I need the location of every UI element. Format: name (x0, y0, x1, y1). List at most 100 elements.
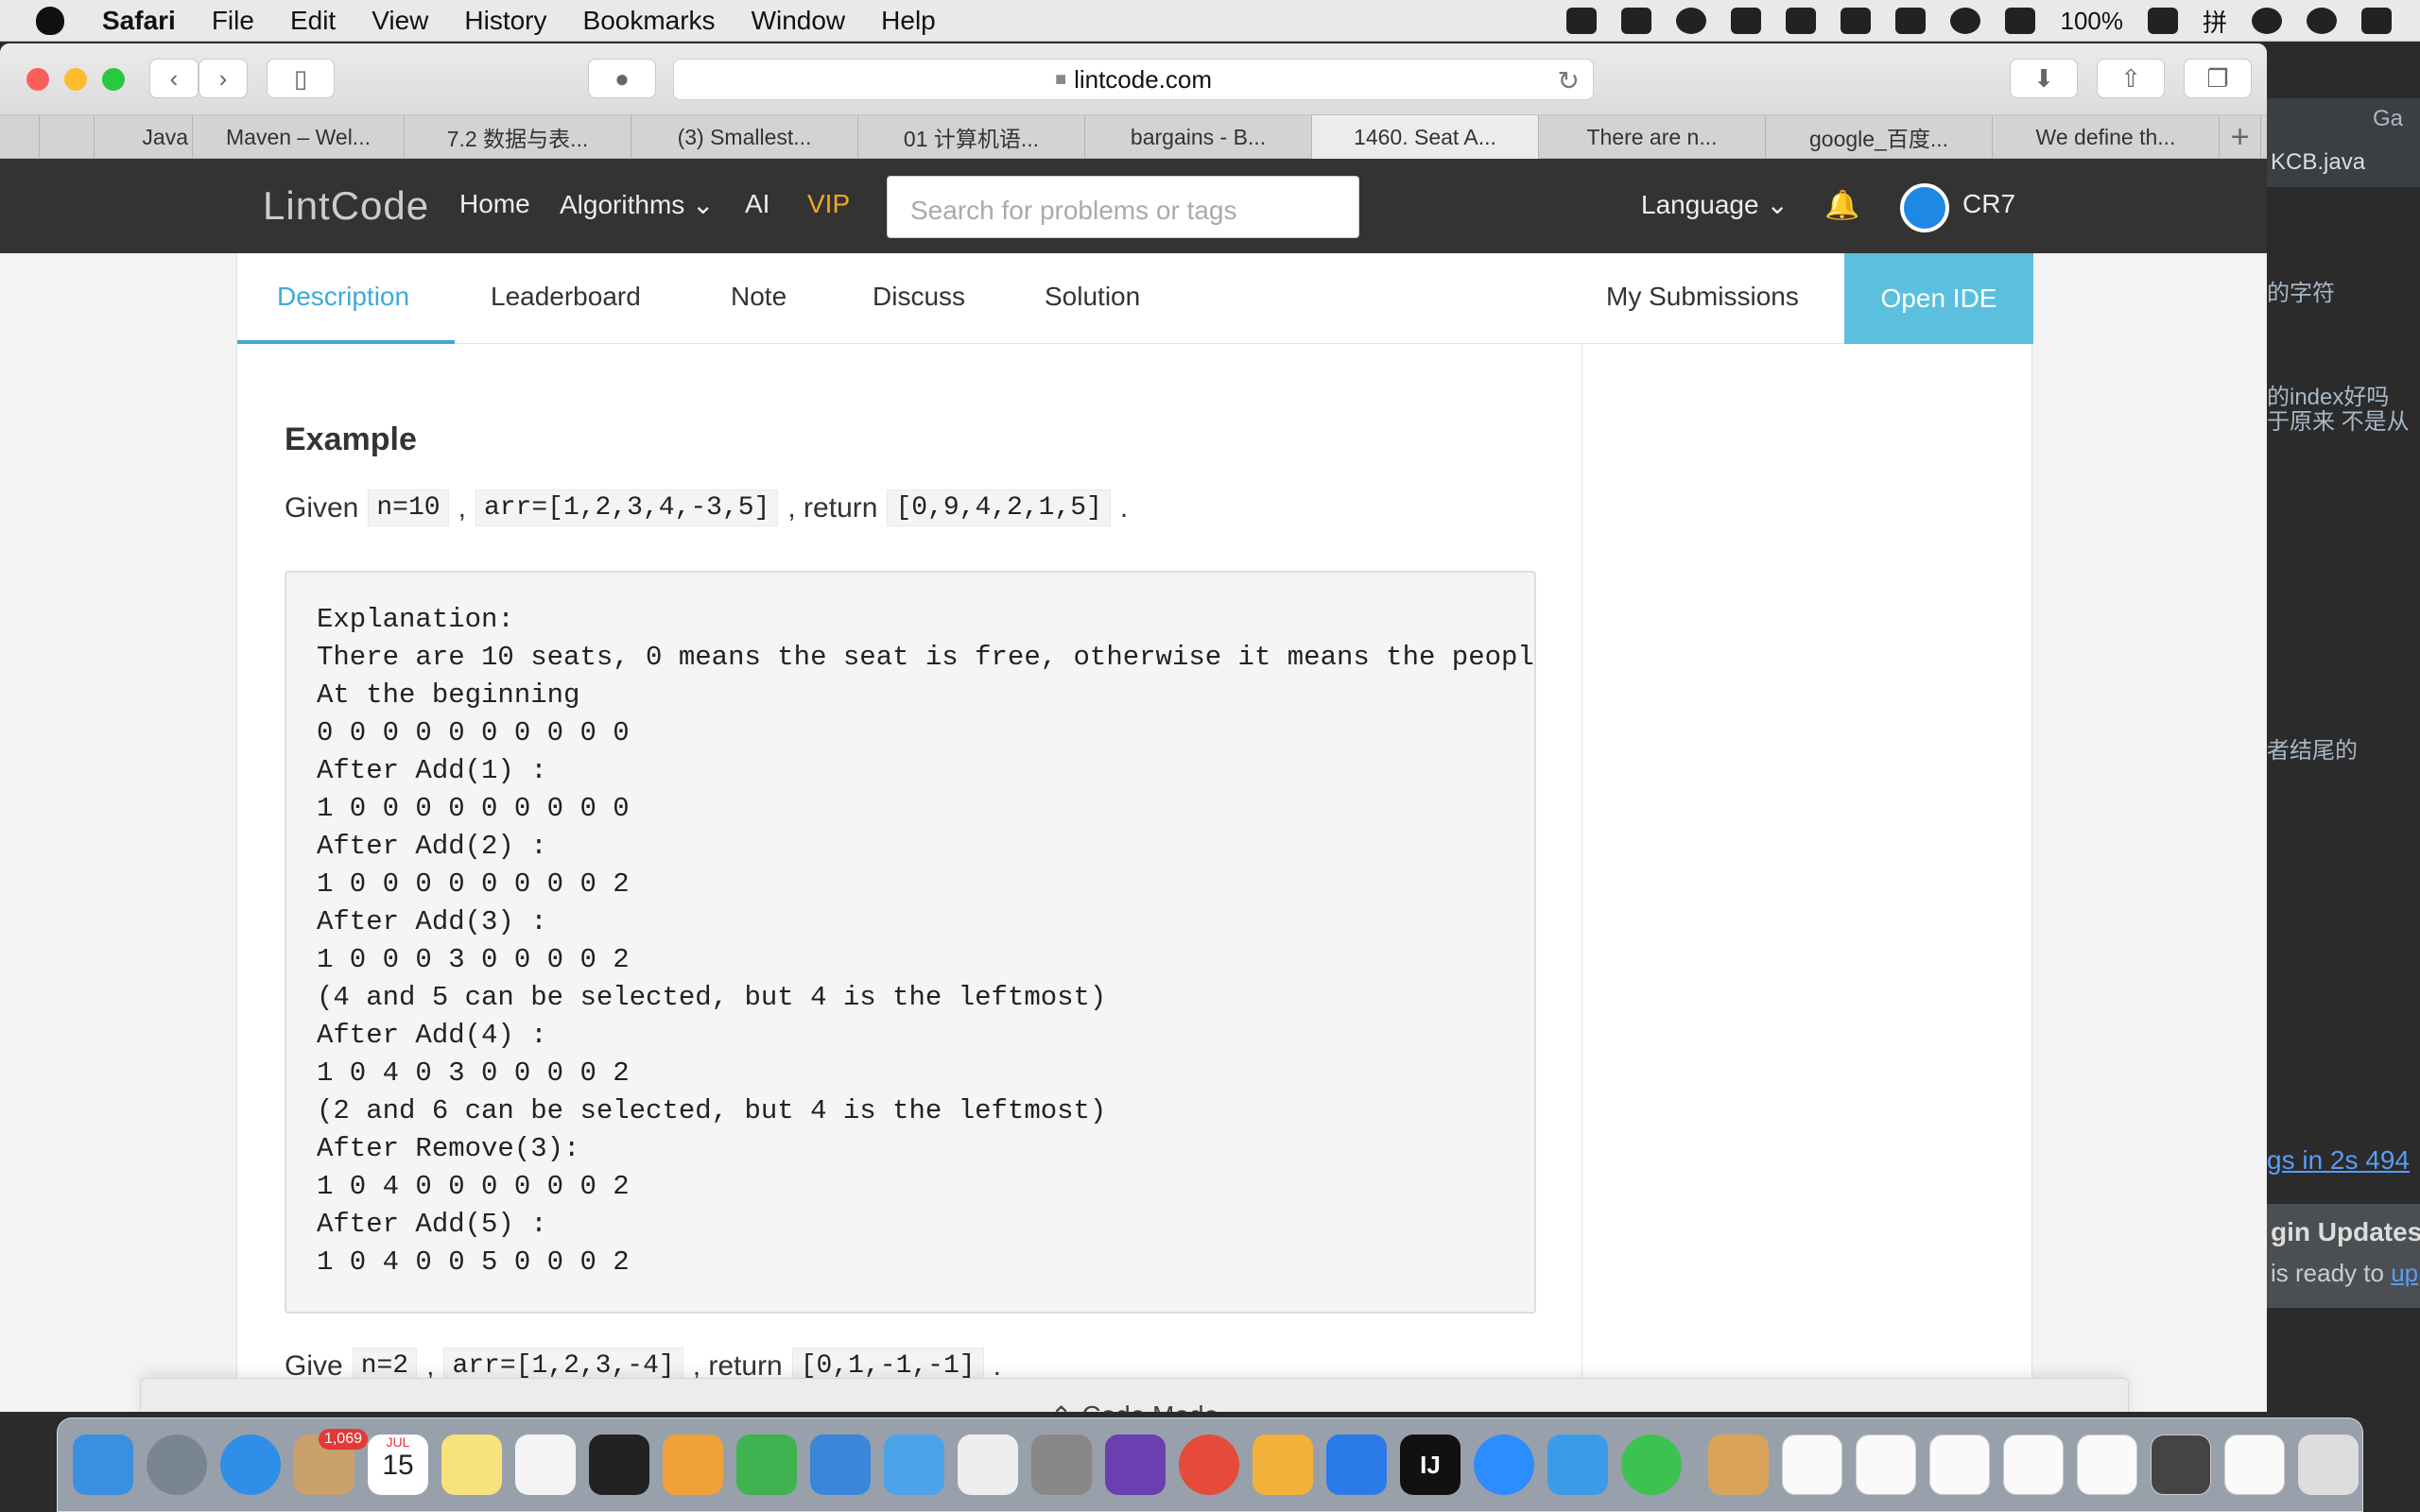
browser-tab-active[interactable]: 1460. Seat A... (1312, 115, 1539, 159)
menu-app-safari[interactable]: Safari (102, 6, 176, 36)
shield-icon[interactable] (1841, 8, 1872, 34)
downloads-button[interactable]: ⬇ (2010, 59, 2078, 98)
username[interactable]: CR7 (1962, 189, 2015, 219)
code-mode-bar[interactable]: ⌃ Code Mode (140, 1378, 2129, 1412)
nav-vip[interactable]: VIP (807, 189, 850, 219)
tab-discuss[interactable]: Discuss (873, 282, 965, 312)
browser-tab[interactable]: bargains - B... (1085, 115, 1312, 159)
ide-log-link[interactable]: gs in 2s 494 (2267, 1145, 2410, 1176)
minimized-window-icon[interactable] (2077, 1435, 2137, 1495)
browser-tab[interactable]: 01 计算机语... (858, 115, 1085, 159)
menu-view[interactable]: View (372, 6, 428, 36)
sidebar-button[interactable]: ▯ (267, 59, 335, 98)
notification-update-link[interactable]: up (2391, 1259, 2418, 1287)
nav-ai[interactable]: AI (745, 189, 769, 219)
minimized-window-icon[interactable] (2151, 1435, 2211, 1495)
tab-leaderboard[interactable]: Leaderboard (491, 282, 641, 312)
share-button[interactable]: ⇧ (2097, 59, 2165, 98)
terminal-icon[interactable] (589, 1435, 649, 1495)
address-bar[interactable]: ■ lintcode.com ↻ (673, 59, 1594, 100)
problem-search-input[interactable]: Search for problems or tags (887, 176, 1359, 238)
bug-icon[interactable] (1786, 8, 1817, 34)
wechat-icon[interactable] (1621, 8, 1652, 34)
minimized-window-icon[interactable] (2224, 1435, 2285, 1495)
nav-home[interactable]: Home (459, 189, 530, 219)
wifi-icon[interactable] (1950, 8, 1981, 34)
pages-icon[interactable] (663, 1435, 723, 1495)
numbers-icon[interactable] (736, 1435, 797, 1495)
menu-help[interactable]: Help (881, 6, 936, 36)
keynote-icon[interactable] (810, 1435, 871, 1495)
clock-icon[interactable] (2252, 8, 2282, 34)
zoom-icon[interactable] (1474, 1435, 1534, 1495)
nav-algorithms[interactable]: Algorithms ⌄ (560, 189, 715, 220)
reminders-icon[interactable] (515, 1435, 576, 1495)
browser-tab[interactable]: Java (95, 115, 193, 159)
xcode-icon[interactable] (884, 1435, 944, 1495)
tab-pinned[interactable] (40, 115, 95, 159)
browser-tab[interactable]: We define th... (1993, 115, 2220, 159)
zoom-window-button[interactable] (102, 68, 125, 91)
kaleidoscope-icon[interactable] (1253, 1435, 1313, 1495)
close-window-button[interactable] (26, 68, 49, 91)
mail-icon[interactable]: 1,069 (294, 1429, 368, 1495)
tab-solution[interactable]: Solution (1045, 282, 1140, 312)
grammarly-button[interactable]: ● (588, 59, 656, 98)
volume-icon[interactable] (2005, 8, 2036, 34)
user-avatar[interactable] (1900, 183, 1949, 232)
menu-edit[interactable]: Edit (290, 6, 336, 36)
tab-my-submissions[interactable]: My Submissions (1606, 282, 1799, 312)
intellij-icon[interactable]: IJ (1400, 1435, 1461, 1495)
tab-note[interactable]: Note (731, 282, 786, 312)
wechat-dock-icon[interactable] (1621, 1435, 1682, 1495)
minimized-window-icon[interactable] (2003, 1435, 2064, 1495)
menu-file[interactable]: File (212, 6, 254, 36)
tab-description[interactable]: Description (277, 282, 409, 312)
calendar-icon[interactable]: JUL 15 (368, 1435, 428, 1495)
back-button[interactable]: ‹ (149, 59, 199, 98)
screen-record-icon[interactable] (1566, 8, 1598, 34)
textedit-icon[interactable] (958, 1435, 1018, 1495)
finder-icon[interactable] (73, 1435, 133, 1495)
spotlight-icon[interactable] (2307, 8, 2337, 34)
trash-icon[interactable] (2298, 1435, 2359, 1495)
launchpad-icon[interactable] (147, 1435, 207, 1495)
minimized-window-icon[interactable] (1856, 1435, 1916, 1495)
airplay-icon[interactable] (1895, 8, 1927, 34)
menu-bookmarks[interactable]: Bookmarks (583, 6, 716, 36)
apple-icon[interactable] (36, 6, 64, 35)
forward-button[interactable]: › (199, 59, 248, 98)
dropbox-icon[interactable] (1731, 8, 1762, 34)
browser-tab[interactable]: 7.2 数据与表... (405, 115, 631, 159)
tab-pinned[interactable] (0, 115, 40, 159)
ide-tab-kcb-java[interactable]: KCB.java (2271, 149, 2365, 176)
reload-icon[interactable]: ↻ (1558, 65, 1580, 96)
installer-icon[interactable] (1708, 1435, 1769, 1495)
browser-tab[interactable]: Maven – Wel... (193, 115, 405, 159)
ide-tool-label[interactable]: Ga (2373, 106, 2403, 132)
browser-tab[interactable]: google_百度... (1766, 115, 1993, 159)
menu-window[interactable]: Window (752, 6, 846, 36)
language-dropdown[interactable]: Language ⌄ (1641, 189, 1789, 220)
baidu-netdisk-icon[interactable] (1326, 1435, 1387, 1495)
notification-center-icon[interactable] (2361, 8, 2392, 34)
input-method[interactable]: 拼 (2203, 4, 2227, 39)
menu-history[interactable]: History (464, 6, 546, 36)
minimized-window-icon[interactable] (1782, 1435, 1842, 1495)
battery-icon[interactable] (2147, 8, 2178, 34)
chrome-icon[interactable] (1179, 1435, 1239, 1495)
new-tab-button[interactable]: + (2220, 115, 2261, 159)
browser-tab[interactable]: There are n... (1539, 115, 1766, 159)
search-status-icon[interactable] (1676, 8, 1707, 34)
calculator-icon[interactable] (1031, 1435, 1092, 1495)
minimize-window-button[interactable] (64, 68, 87, 91)
show-tabs-button[interactable]: ❐ (2184, 59, 2252, 98)
browser-tab[interactable]: (3) Smallest... (631, 115, 858, 159)
djvu-icon[interactable] (1105, 1435, 1166, 1495)
notes-icon[interactable] (441, 1435, 502, 1495)
safari-icon[interactable] (220, 1435, 281, 1495)
minimized-window-icon[interactable] (1929, 1435, 1990, 1495)
app-store-icon[interactable] (1547, 1435, 1608, 1495)
lintcode-logo[interactable]: LintCode (263, 183, 429, 229)
open-ide-button[interactable]: Open IDE (1844, 253, 2033, 344)
